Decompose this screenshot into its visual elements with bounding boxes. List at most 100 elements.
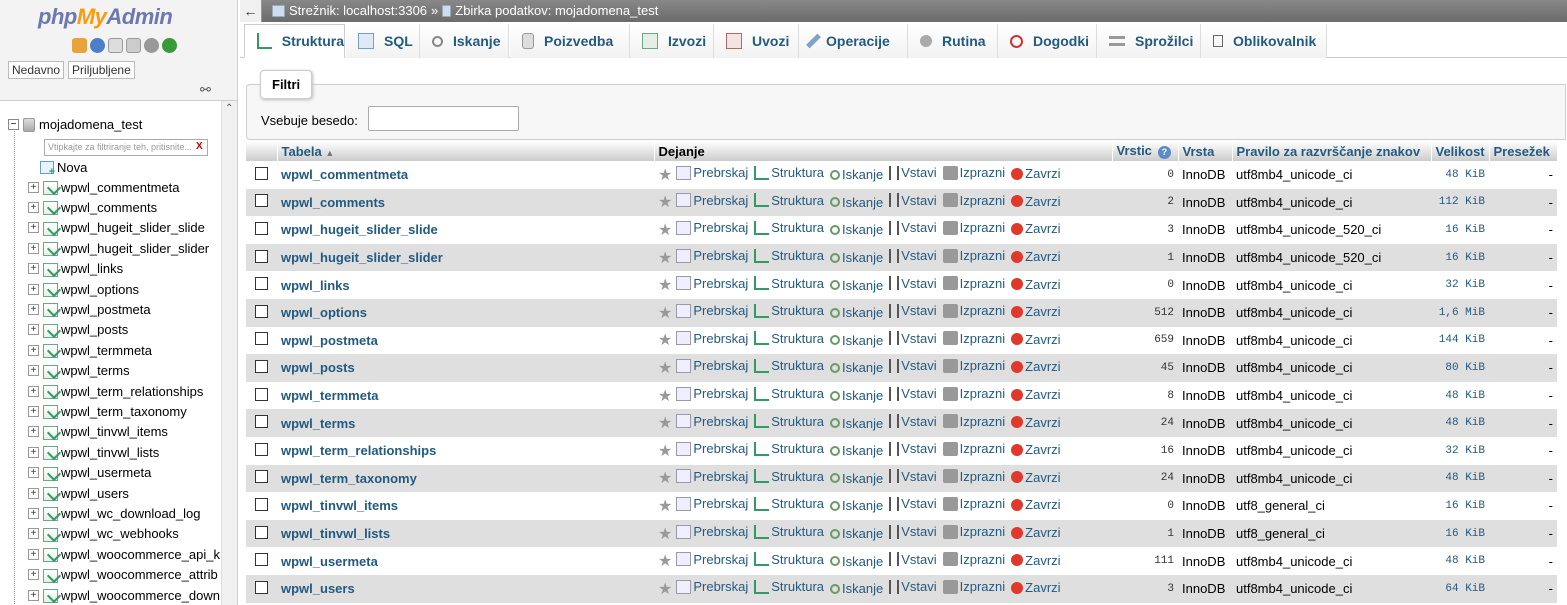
search-action[interactable]: Iskanje [830, 360, 883, 375]
sidebar-table-label[interactable]: wpwl_term_taxonomy [61, 404, 187, 419]
sidebar-table-label[interactable]: wpwl_comments [61, 200, 157, 215]
insert-action[interactable]: Vstavi [889, 441, 937, 456]
table-size[interactable]: 16 KiB [1431, 216, 1489, 244]
browse-action[interactable]: Prebrskaj [676, 524, 748, 539]
sidebar-table-item[interactable]: + wpwl_commentmeta [28, 177, 180, 197]
expand-icon[interactable]: + [28, 283, 39, 295]
expand-icon[interactable]: + [28, 324, 39, 336]
insert-action[interactable]: Vstavi [889, 524, 937, 539]
table-size[interactable]: 32 KiB [1431, 271, 1489, 299]
empty-action[interactable]: Izprazni [942, 469, 1005, 484]
browse-action[interactable]: Prebrskaj [676, 414, 748, 429]
browse-action[interactable]: Prebrskaj [676, 303, 748, 318]
sidebar-table-label[interactable]: wpwl_usermeta [61, 465, 151, 480]
browse-action[interactable]: Prebrskaj [676, 469, 748, 484]
table-name-link[interactable]: wpwl_term_relationships [281, 443, 436, 458]
sidebar-table-label[interactable]: wpwl_termmeta [61, 343, 152, 358]
sidebar-table-item[interactable]: + wpwl_users [28, 483, 129, 503]
browse-action[interactable]: Prebrskaj [676, 358, 748, 373]
empty-action[interactable]: Izprazni [942, 414, 1005, 429]
drop-action[interactable]: Zavrzi [1011, 553, 1061, 568]
row-checkbox[interactable] [255, 166, 268, 180]
table-structure-icon[interactable] [42, 282, 58, 297]
table-filter-input[interactable]: Vtipkajte za filtriranje teh, pritisnite… [44, 139, 208, 156]
table-size[interactable]: 48 KiB [1431, 381, 1489, 410]
structure-action[interactable]: Struktura [754, 303, 824, 318]
search-action[interactable]: Iskanje [830, 498, 883, 513]
home-icon[interactable] [72, 38, 87, 53]
drop-action[interactable]: Zavrzi [1011, 442, 1061, 457]
row-checkbox[interactable] [255, 525, 268, 539]
structure-action[interactable]: Struktura [754, 358, 824, 373]
row-checkbox[interactable] [255, 415, 268, 429]
structure-action[interactable]: Struktura [754, 552, 824, 567]
table-structure-icon[interactable] [42, 241, 58, 257]
empty-action[interactable]: Izprazni [942, 496, 1005, 511]
sidebar-table-label[interactable]: wpwl_posts [61, 322, 128, 337]
empty-action[interactable]: Izprazni [942, 193, 1005, 208]
table-name-link[interactable]: wpwl_usermeta [281, 554, 378, 569]
row-checkbox[interactable] [255, 332, 268, 346]
structure-action[interactable]: Struktura [754, 414, 824, 429]
reload-icon[interactable] [162, 38, 177, 53]
insert-action[interactable]: Vstavi [889, 165, 937, 180]
collapse-nav-button[interactable]: ← [240, 0, 262, 22]
table-structure-icon[interactable] [42, 221, 58, 236]
empty-action[interactable]: Izprazni [942, 303, 1005, 318]
empty-action[interactable]: Izprazni [942, 552, 1005, 567]
structure-action[interactable]: Struktura [754, 220, 824, 235]
drop-action[interactable]: Zavrzi [1011, 249, 1061, 264]
expand-icon[interactable]: + [28, 548, 39, 560]
row-checkbox[interactable] [255, 442, 268, 456]
insert-action[interactable]: Vstavi [889, 469, 937, 484]
insert-action[interactable]: Vstavi [889, 552, 937, 567]
drop-action[interactable]: Zavrzi [1011, 332, 1061, 347]
favorites-tab[interactable]: Priljubljene [68, 61, 135, 79]
search-action[interactable]: Iskanje [830, 581, 883, 596]
expand-icon[interactable]: + [28, 569, 39, 581]
expand-icon[interactable]: + [28, 446, 39, 458]
drop-action[interactable]: Zavrzi [1011, 497, 1061, 512]
tab-poizvedba[interactable]: Poizvedba [510, 24, 630, 58]
insert-action[interactable]: Vstavi [889, 303, 937, 318]
collapse-icon[interactable]: − [8, 119, 19, 130]
row-checkbox[interactable] [255, 387, 268, 401]
favorite-star-icon[interactable]: ★ [658, 526, 672, 543]
help-icon[interactable]: ? [1157, 146, 1171, 159]
new-table-item[interactable]: Nova [40, 157, 87, 178]
tab-izvozi[interactable]: Izvozi [630, 24, 714, 58]
phpmyadmin-logo[interactable]: phpMyAdmin [38, 4, 173, 30]
sidebar-table-item[interactable]: + wpwl_woocommerce_down [28, 585, 220, 605]
browse-action[interactable]: Prebrskaj [676, 276, 748, 291]
empty-action[interactable]: Izprazni [942, 165, 1005, 180]
table-size[interactable]: 1,6 MiB [1431, 298, 1489, 327]
favorite-star-icon[interactable]: ★ [658, 581, 672, 598]
expand-icon[interactable]: + [28, 181, 39, 193]
row-checkbox[interactable] [255, 221, 268, 235]
nav-scrollbar[interactable]: ⌃ [221, 101, 237, 605]
insert-action[interactable]: Vstavi [889, 386, 937, 401]
empty-action[interactable]: Izprazni [942, 386, 1005, 401]
favorite-star-icon[interactable]: ★ [658, 277, 672, 294]
row-checkbox[interactable] [255, 580, 268, 594]
sidebar-table-item[interactable]: + wpwl_term_taxonomy [28, 401, 187, 421]
tab-dogodki[interactable]: Dogodki [998, 24, 1097, 58]
favorite-star-icon[interactable]: ★ [658, 332, 672, 349]
sidebar-table-item[interactable]: + wpwl_termmeta [28, 340, 152, 360]
favorite-star-icon[interactable]: ★ [658, 194, 672, 211]
table-size[interactable]: 80 KiB [1431, 354, 1489, 382]
empty-action[interactable]: Izprazni [942, 276, 1005, 291]
sidebar-table-item[interactable]: + wpwl_hugeit_slider_slider [28, 238, 209, 258]
browse-action[interactable]: Prebrskaj [676, 552, 748, 567]
sidebar-table-label[interactable]: wpwl_woocommerce_attrib [61, 567, 218, 582]
expand-icon[interactable]: + [28, 344, 39, 356]
sidebar-table-label[interactable]: wpwl_commentmeta [61, 180, 180, 195]
column-header-presezek[interactable]: Presežek [1489, 141, 1558, 161]
sidebar-table-label[interactable]: wpwl_wc_download_log [61, 506, 200, 521]
sidebar-table-label[interactable]: wpwl_term_relationships [61, 384, 203, 399]
drop-action[interactable]: Zavrzi [1011, 304, 1061, 319]
table-structure-icon[interactable] [42, 568, 58, 583]
drop-action[interactable]: Zavrzi [1011, 221, 1061, 236]
structure-action[interactable]: Struktura [754, 469, 824, 484]
expand-icon[interactable]: + [28, 405, 39, 417]
